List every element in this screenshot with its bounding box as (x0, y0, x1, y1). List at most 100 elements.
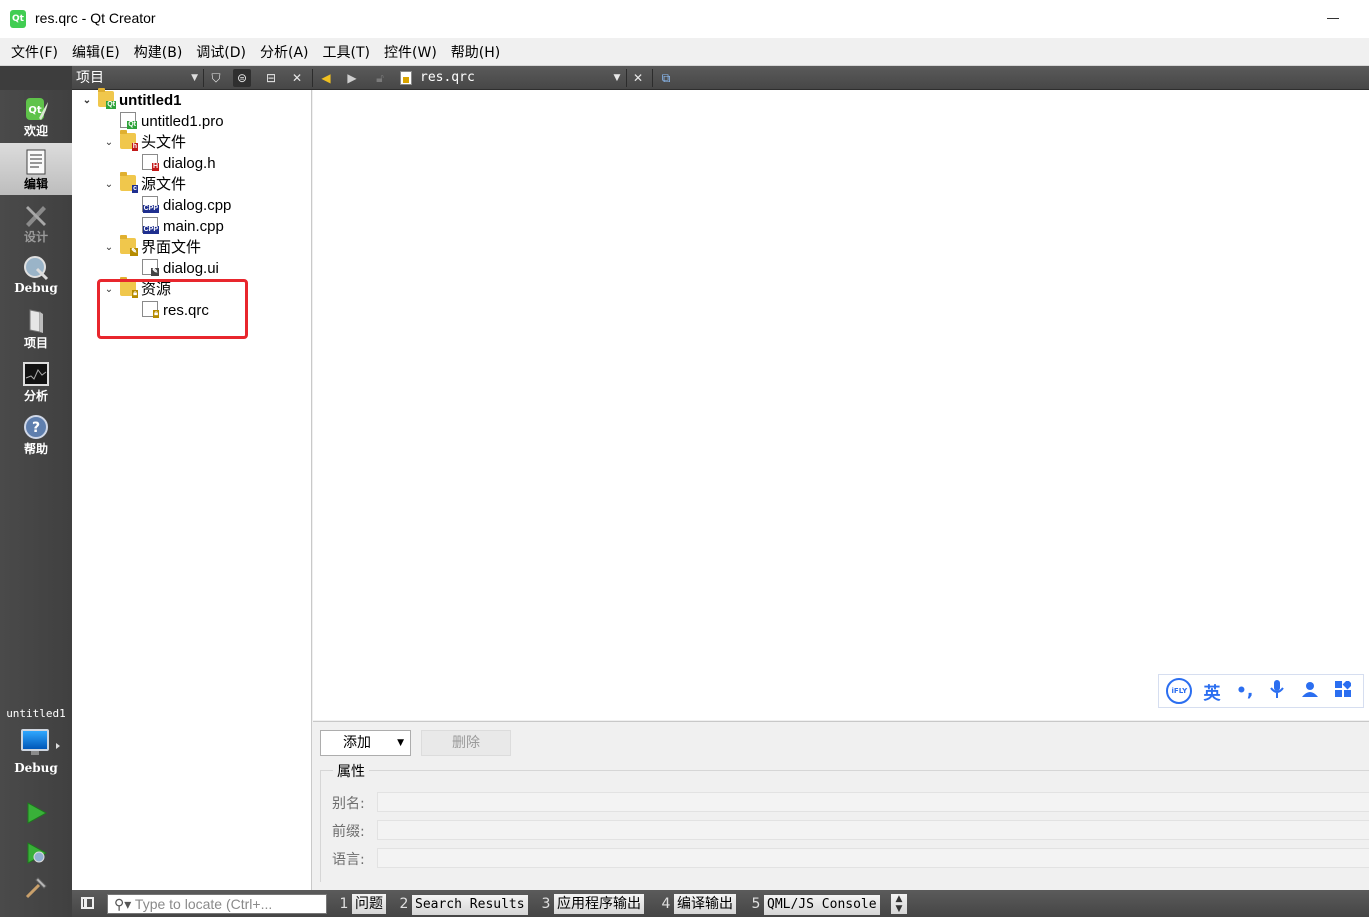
output-tab-issues[interactable]: 1 问题 (336, 894, 386, 914)
tree-item-label: dialog.ui (163, 260, 219, 277)
filter-icon[interactable]: ⛉ (207, 69, 225, 87)
sources-folder-icon: c (120, 172, 138, 193)
split-icon[interactable]: ⊟ (262, 69, 280, 87)
headers-folder-icon: h (120, 130, 138, 151)
output-tab-search-results[interactable]: 2 Search Results (396, 894, 528, 915)
output-tab-qml-console[interactable]: 5 QML/JS Console (748, 894, 880, 915)
forms-folder-icon: ✎ (120, 235, 138, 256)
mode-bar: Qt 欢迎 编辑 设计 Debug 项目 分析 ? 帮助 (0, 90, 72, 917)
menu-help[interactable]: 帮助(H) (444, 42, 507, 62)
punctuation-icon[interactable]: •, (1232, 681, 1258, 701)
back-arrow-icon[interactable]: ◀ (317, 69, 335, 87)
editor-file-selector[interactable]: res.qrc (400, 66, 475, 90)
nav-view-label: 项目 (76, 70, 104, 86)
language-field[interactable] (377, 848, 1369, 868)
minimize-icon[interactable] (1327, 18, 1339, 19)
svg-text:Qt: Qt (28, 105, 42, 116)
desktop-kit-icon[interactable] (21, 729, 49, 755)
title-bar: Qt res.qrc - Qt Creator (0, 0, 1369, 38)
tree-item-forms[interactable]: ⌄ ✎ 界面文件 (105, 235, 201, 258)
lock-icon[interactable]: 🔓︎ (371, 69, 389, 87)
mode-debug[interactable]: Debug (0, 249, 72, 301)
properties-title: 属性 (333, 761, 369, 781)
mode-analyze[interactable]: 分析 (0, 355, 72, 407)
alias-field[interactable] (377, 792, 1369, 812)
menu-build[interactable]: 构建(B) (127, 42, 190, 62)
tree-item-label: dialog.cpp (163, 197, 232, 214)
menu-analyze[interactable]: 分析(A) (253, 42, 316, 62)
cpp-file-icon: CPP (142, 217, 159, 234)
tree-item-label: 源文件 (141, 176, 187, 193)
microphone-icon[interactable] (1264, 679, 1290, 703)
locator-placeholder: Type to locate (Ctrl+... (134, 896, 273, 912)
output-tab-application-output[interactable]: 3 应用程序输出 (538, 894, 644, 914)
qt-project-folder-icon: Qt (98, 88, 116, 109)
mode-welcome[interactable]: Qt 欢迎 (0, 90, 72, 142)
apps-grid-icon[interactable] (1330, 679, 1356, 702)
sync-link-icon[interactable]: ⊜ (233, 69, 251, 87)
editor-area[interactable] (313, 90, 1369, 720)
chevron-down-icon[interactable]: ▼ (608, 69, 626, 87)
toggle-sidebar-icon[interactable] (81, 897, 94, 909)
tab-number: 2 (399, 896, 409, 912)
tab-number: 4 (661, 896, 671, 912)
close-icon[interactable]: ✕ (288, 69, 306, 87)
output-tab-compile-output[interactable]: 4 编译输出 (658, 894, 736, 914)
chevron-down-icon[interactable]: ⌄ (102, 174, 116, 195)
close-document-icon[interactable]: ✕ (629, 69, 647, 87)
chevron-down-icon: ▼ (191, 73, 198, 83)
forward-arrow-icon[interactable]: ▶ (343, 69, 361, 87)
tree-item-dialog-h[interactable]: Hdialog.h (142, 153, 216, 174)
mode-design[interactable]: 设计 (0, 196, 72, 248)
menu-controls[interactable]: 控件(W) (377, 42, 444, 62)
run-icon[interactable] (24, 801, 48, 825)
menu-file[interactable]: 文件(F) (4, 42, 65, 62)
ime-language-toggle[interactable]: 英 (1199, 679, 1225, 704)
tree-item-project-root[interactable]: ⌄ Qt untitled1 (83, 88, 182, 111)
nav-view-selector[interactable]: 项目 ▼ (72, 66, 202, 90)
project-tree: ⌄ Qt untitled1 Qt untitled1.pro ⌄ h 头文件 Hdial… (72, 88, 312, 890)
separator (626, 69, 627, 87)
resource-editor-pane: 添加 ▼ 删除 属性 别名: 前缀: 语言: (313, 721, 1369, 890)
more-tabs-icon[interactable]: ▲ ▼ (891, 894, 907, 914)
menu-tools[interactable]: 工具(T) (316, 42, 377, 62)
mode-projects[interactable]: 项目 (0, 302, 72, 354)
window-title: res.qrc - Qt Creator (35, 10, 156, 26)
separator (652, 69, 653, 87)
iflytek-logo[interactable]: iFLY (1166, 678, 1193, 704)
chevron-down-icon[interactable]: ⌄ (102, 237, 116, 258)
mode-label: 帮助 (23, 442, 48, 456)
language-label: 语言: (332, 852, 365, 868)
tree-item-sources[interactable]: ⌄ c 源文件 (105, 172, 187, 195)
debug-run-icon[interactable] (24, 841, 48, 865)
menu-edit[interactable]: 编辑(E) (65, 42, 127, 62)
chevron-down-icon[interactable]: ⌄ (102, 132, 116, 153)
mode-edit[interactable]: 编辑 (0, 143, 72, 195)
build-hammer-icon[interactable] (24, 876, 48, 900)
highlight-box (97, 279, 248, 339)
tab-label: QML/JS Console (764, 895, 880, 915)
menu-debug[interactable]: 调试(D) (189, 42, 253, 62)
tree-item-dialog-cpp[interactable]: CPP dialog.cpp (142, 195, 231, 216)
editor-file-name: res.qrc (420, 70, 475, 85)
tree-item-main-cpp[interactable]: CPP main.cpp (142, 216, 224, 237)
mode-help[interactable]: ? 帮助 (0, 408, 72, 460)
qrc-file-icon (400, 70, 412, 85)
add-button[interactable]: 添加 ▼ (320, 730, 411, 756)
tree-item-pro-file[interactable]: Qt untitled1.pro (120, 111, 224, 132)
remove-button[interactable]: 删除 (421, 730, 511, 756)
qt-welcome-icon: Qt (26, 98, 48, 120)
prefix-field[interactable] (377, 820, 1369, 840)
tree-item-label: untitled1.pro (141, 113, 224, 130)
chevron-down-icon[interactable]: ⌄ (80, 90, 94, 111)
tree-item-dialog-ui[interactable]: ✎ dialog.ui (142, 258, 219, 279)
user-icon[interactable] (1297, 681, 1323, 702)
kit-project-name[interactable]: untitled1 (0, 707, 72, 720)
kit-config[interactable]: Debug (0, 761, 72, 775)
tab-number: 5 (751, 896, 761, 912)
tree-item-headers[interactable]: ⌄ h 头文件 (105, 130, 186, 153)
split-editor-icon[interactable]: ⧉ (657, 69, 675, 87)
locator-input[interactable]: ⚲▾ Type to locate (Ctrl+... (107, 894, 327, 914)
project-wrench-icon (29, 309, 43, 333)
search-icon: ⚲▾ (114, 896, 135, 912)
